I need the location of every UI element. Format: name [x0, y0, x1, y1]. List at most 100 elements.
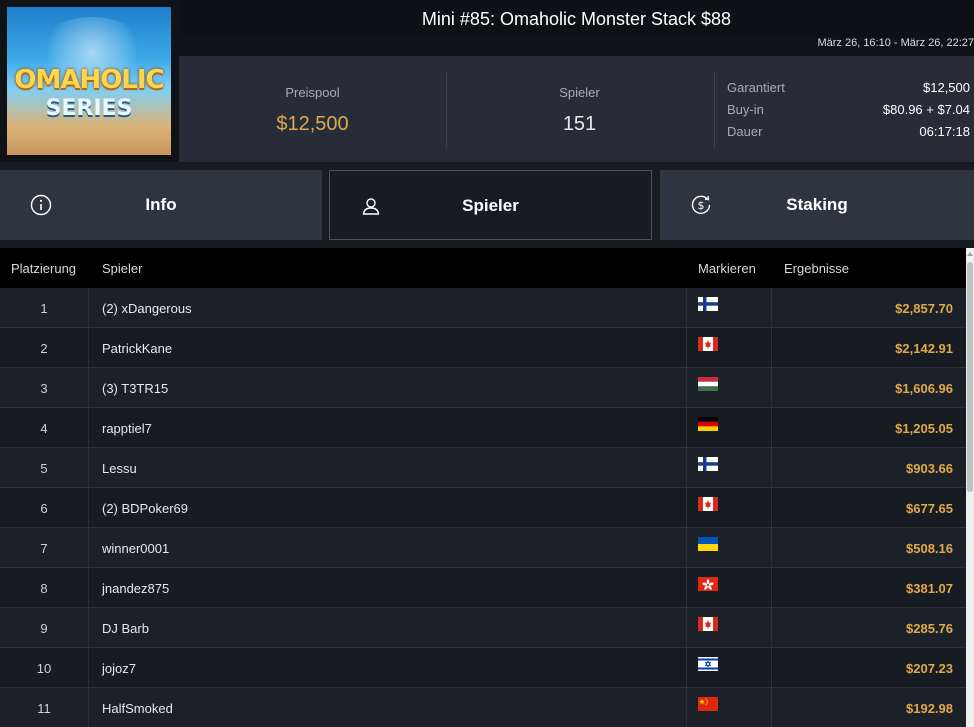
row-place: 6	[40, 501, 48, 516]
row-player-name[interactable]: rapptiel7	[102, 421, 152, 436]
scrollbar-thumb[interactable]	[967, 262, 973, 492]
players-value: 151	[562, 113, 597, 135]
column-divider	[88, 568, 89, 608]
column-header-flag[interactable]: Markieren	[698, 261, 756, 276]
column-header-result[interactable]: Ergebnisse	[784, 261, 849, 276]
row-place: 7	[40, 541, 48, 556]
table-row[interactable]: 9 DJ Barb $285.76	[0, 608, 966, 648]
results-table-header: Platzierung Spieler Markieren Ergebnisse	[0, 248, 966, 288]
column-divider	[686, 448, 687, 488]
column-divider	[88, 408, 89, 448]
tab-players[interactable]: Spieler	[329, 170, 652, 240]
tab-info[interactable]: Info	[0, 170, 322, 240]
column-header-place[interactable]: Platzierung	[11, 261, 76, 276]
row-place: 4	[40, 421, 48, 436]
column-divider	[771, 568, 772, 608]
table-row[interactable]: 8 jnandez875 $381.07	[0, 568, 966, 608]
column-divider	[686, 488, 687, 528]
row-result: $903.66	[906, 461, 953, 476]
column-divider	[88, 368, 89, 408]
column-divider	[686, 688, 687, 727]
column-header-player[interactable]: Spieler	[102, 261, 142, 276]
buyin-label: Buy-in	[727, 102, 764, 117]
column-divider	[88, 328, 89, 368]
players-stat: Spieler 151	[446, 56, 713, 162]
row-player-name[interactable]: DJ Barb	[102, 621, 149, 636]
row-player-name[interactable]: winner0001	[102, 541, 169, 556]
row-player-name[interactable]: HalfSmoked	[102, 701, 173, 716]
scroll-up-arrow-icon[interactable]	[967, 252, 973, 256]
column-divider	[686, 288, 687, 328]
column-divider	[88, 688, 89, 727]
germany-flag-icon	[698, 417, 718, 431]
canada-flag-icon	[698, 497, 718, 511]
table-row[interactable]: 11 HalfSmoked $192.98	[0, 688, 966, 727]
scrollbar[interactable]	[966, 248, 974, 727]
row-player-name[interactable]: jnandez875	[102, 581, 169, 596]
table-row[interactable]: 4 rapptiel7 $1,205.05	[0, 408, 966, 448]
row-result: $207.23	[906, 661, 953, 676]
guaranteed-value: $12,500	[923, 80, 970, 95]
row-player-name[interactable]: PatrickKane	[102, 341, 172, 356]
table-row[interactable]: 7 winner0001 $508.16	[0, 528, 966, 568]
row-place: 10	[36, 661, 52, 676]
table-row[interactable]: 1 (2) xDangerous $2,857.70	[0, 288, 966, 328]
logo-text-line1: OMAHOLIC	[14, 65, 164, 95]
column-divider	[686, 528, 687, 568]
row-result: $1,606.96	[895, 381, 953, 396]
tournament-header: OMAHOLIC SERIES Mini #85: Omaholic Monst…	[0, 0, 974, 162]
prizepool-stat: Preispool $12,500	[179, 56, 446, 162]
stats-panel: Preispool $12,500 Spieler 151 Garantiert…	[179, 56, 974, 162]
column-divider	[771, 488, 772, 528]
hungary-flag-icon	[698, 377, 718, 391]
tab-staking[interactable]: $ Staking	[660, 170, 974, 240]
table-row[interactable]: 6 (2) BDPoker69 $677.65	[0, 488, 966, 528]
row-place: 11	[37, 701, 51, 716]
row-result: $1,205.05	[895, 421, 953, 436]
duration-label: Dauer	[727, 124, 763, 139]
row-player-name[interactable]: (2) BDPoker69	[102, 501, 188, 516]
column-divider	[686, 608, 687, 648]
row-place: 3	[40, 381, 48, 396]
prizepool-label: Preispool	[285, 85, 340, 100]
tab-players-label: Spieler	[462, 196, 519, 215]
table-row[interactable]: 5 Lessu $903.66	[0, 448, 966, 488]
omaholic-series-logo: OMAHOLIC SERIES	[7, 7, 171, 155]
row-result: $2,857.70	[895, 301, 953, 316]
column-divider	[771, 408, 772, 448]
row-place: 8	[40, 581, 48, 596]
canada-flag-icon	[698, 337, 718, 351]
column-divider	[88, 288, 89, 328]
column-divider	[88, 528, 89, 568]
divider	[714, 72, 715, 148]
table-row[interactable]: 3 (3) T3TR15 $1,606.96	[0, 368, 966, 408]
buyin-value: $80.96 + $7.04	[882, 102, 970, 117]
row-player-name[interactable]: (3) T3TR15	[102, 381, 168, 396]
china-flag-icon	[698, 697, 718, 711]
row-result: $381.07	[906, 581, 953, 596]
table-row[interactable]: 10 jojoz7 $207.23	[0, 648, 966, 688]
tab-bar: Info Spieler $ Staking	[0, 170, 974, 240]
logo-text-line2: SERIES	[45, 96, 133, 121]
column-divider	[686, 368, 687, 408]
ukraine-flag-icon	[698, 537, 718, 551]
prizepool-value: $12,500	[276, 113, 349, 135]
column-divider	[771, 608, 772, 648]
column-divider	[686, 648, 687, 688]
israel-flag-icon	[698, 657, 718, 671]
column-divider	[88, 648, 89, 688]
table-row[interactable]: 2 PatrickKane $2,142.91	[0, 328, 966, 368]
row-player-name[interactable]: jojoz7	[102, 661, 136, 676]
column-divider	[771, 688, 772, 727]
column-divider	[686, 328, 687, 368]
row-result: $285.76	[906, 621, 953, 636]
row-place: 9	[40, 621, 48, 636]
row-player-name[interactable]: Lessu	[102, 461, 137, 476]
tab-staking-label: Staking	[786, 195, 848, 214]
row-place: 2	[40, 341, 48, 356]
row-result: $677.65	[906, 501, 953, 516]
row-result: $192.98	[906, 701, 953, 716]
finland-flag-icon	[698, 457, 718, 471]
column-divider	[771, 288, 772, 328]
row-player-name[interactable]: (2) xDangerous	[102, 301, 192, 316]
